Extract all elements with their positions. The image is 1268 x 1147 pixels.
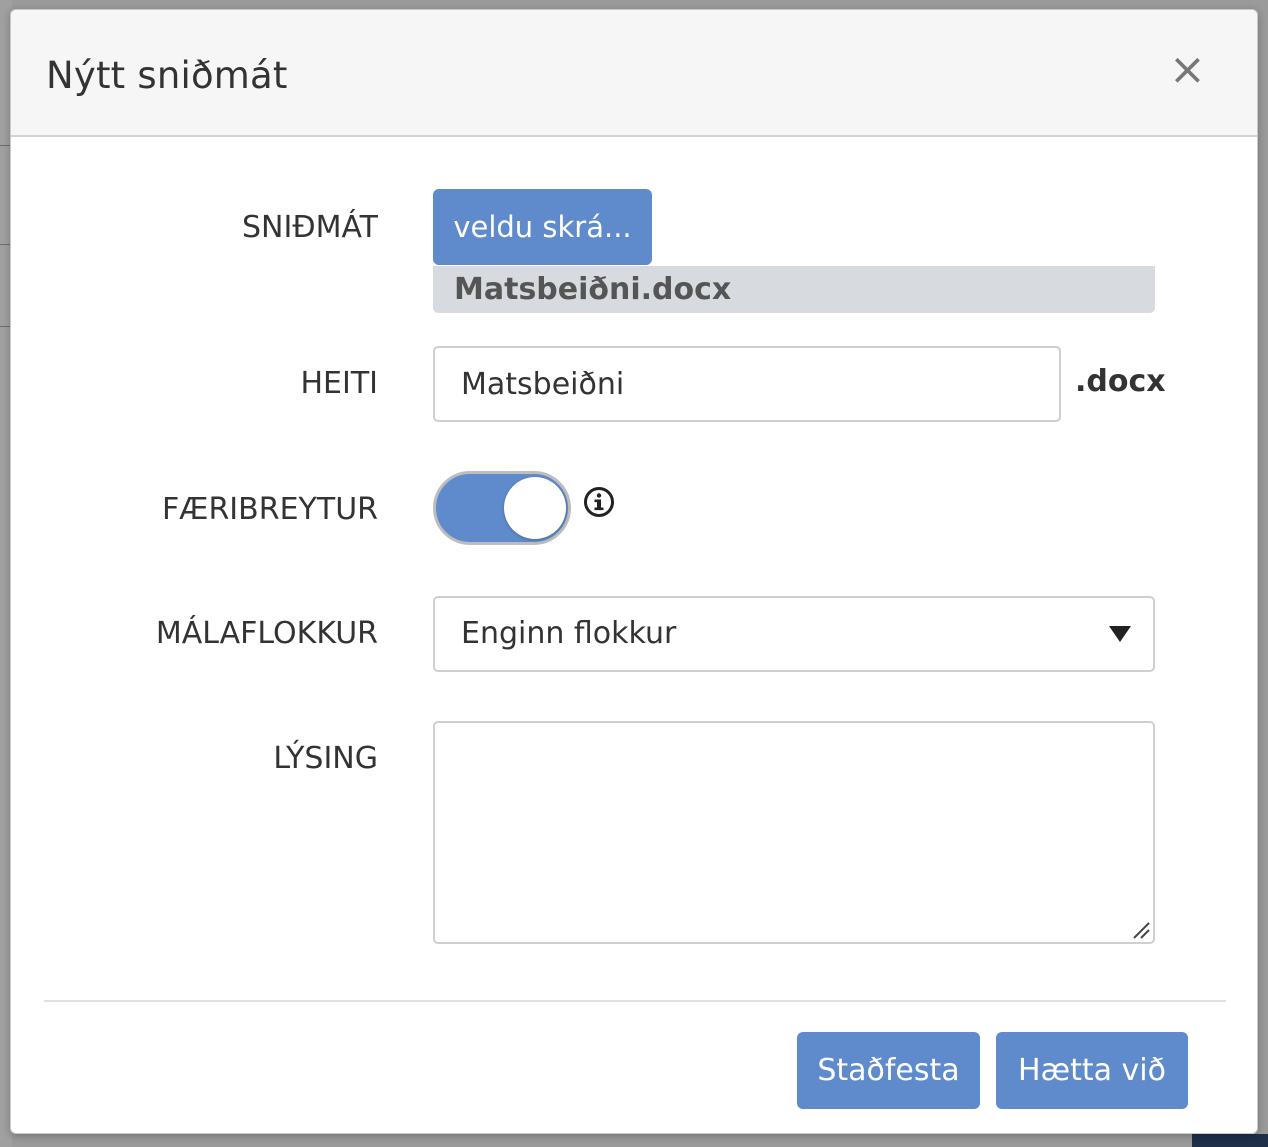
template-label: SNIÐMÁT <box>242 210 378 245</box>
new-template-dialog: Nýtt sniðmát × SNIÐMÁT veldu skrá... Mat… <box>10 9 1258 1134</box>
cancel-button[interactable]: Hætta við <box>996 1032 1188 1109</box>
category-select[interactable]: Enginn flokkur <box>433 596 1155 672</box>
selected-file-name: Matsbeiðni.docx <box>433 266 1155 313</box>
footer-divider <box>44 1000 1226 1002</box>
description-label: LÝSING <box>273 741 378 776</box>
file-extension-suffix: .docx <box>1075 364 1166 399</box>
toggle-knob <box>504 477 566 539</box>
name-label: HEITI <box>300 366 378 401</box>
category-label: MÁLAFLOKKUR <box>155 616 378 651</box>
category-selected-value: Enginn flokkur <box>461 616 677 651</box>
close-button[interactable]: × <box>1169 48 1206 92</box>
background-dark-block <box>1192 1134 1268 1147</box>
dialog-title: Nýtt sniðmát <box>46 54 288 97</box>
dialog-header: Nýtt sniðmát × <box>11 10 1257 137</box>
caret-down-icon <box>1109 626 1131 642</box>
parameters-toggle[interactable] <box>433 471 571 545</box>
description-textarea[interactable] <box>433 721 1155 944</box>
resize-handle-icon[interactable] <box>1131 920 1151 940</box>
info-icon[interactable] <box>583 486 615 518</box>
parameters-label: FÆRIBREYTUR <box>161 492 378 527</box>
name-input[interactable] <box>433 346 1061 422</box>
confirm-button[interactable]: Staðfesta <box>797 1032 980 1109</box>
choose-file-button[interactable]: veldu skrá... <box>433 189 652 265</box>
